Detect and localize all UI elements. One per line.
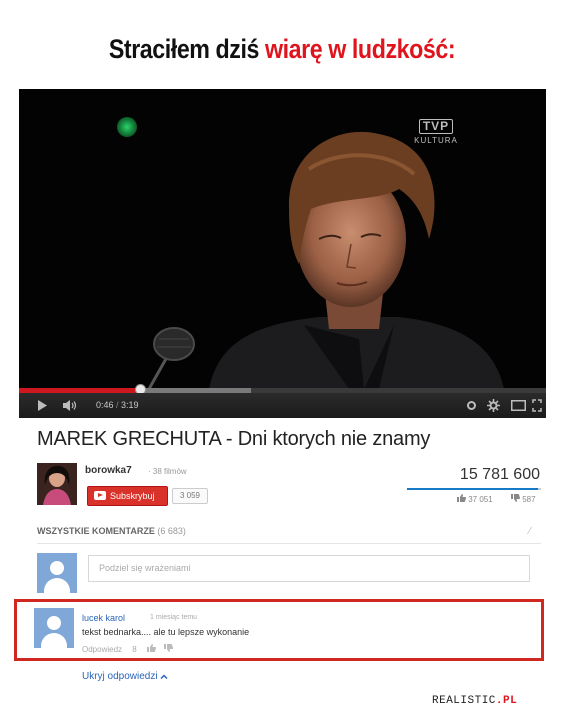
time-display: 0:46 / 3:19 <box>96 400 139 410</box>
chevron-up-icon <box>160 674 168 680</box>
comment-time[interactable]: 1 miesiąc temu <box>150 614 197 621</box>
watermark-part2: .PL <box>495 695 518 707</box>
time-total: 3:19 <box>121 400 139 410</box>
gear-icon[interactable] <box>487 399 500 412</box>
comment-author-avatar[interactable] <box>34 608 74 648</box>
tvp-logo-main: TVP <box>418 119 454 134</box>
meme-title-part1: Straciłem dziś <box>108 34 266 64</box>
comments-header: WSZYSTKIE KOMENTARZE (6 683) <box>37 526 186 536</box>
thumbs-down-icon <box>511 494 520 502</box>
dislike-count: 587 <box>522 495 536 504</box>
view-count: 15 781 600 <box>459 466 540 483</box>
tvp-kultura-logo: TVP KULTURA <box>408 117 464 145</box>
dislike-button[interactable]: 587 <box>511 494 536 504</box>
hide-replies-label: Ukryj odpowiedzi <box>82 671 158 682</box>
play-icon[interactable] <box>37 400 48 411</box>
comment-text: tekst bednarka.... ale tu lepsze wykonan… <box>82 627 250 637</box>
watermark: REALISTIC.PL <box>432 695 517 707</box>
hide-replies-link[interactable]: Ukryj odpowiedzi <box>82 671 168 682</box>
stage-light <box>117 117 137 137</box>
comments-menu-icon[interactable]: ⁄ <box>529 526 531 537</box>
like-button[interactable]: 37 051 <box>457 494 493 504</box>
youtube-icon <box>94 491 106 500</box>
fullscreen-icon[interactable] <box>532 399 542 412</box>
reply-button[interactable]: Odpowiedz <box>82 645 122 654</box>
comment-thumbs-up-icon[interactable] <box>146 644 156 652</box>
subscribe-button[interactable]: Subskrybuj <box>87 486 168 506</box>
channel-avatar[interactable] <box>37 463 77 505</box>
comments-count: (6 683) <box>157 526 186 536</box>
video-frame[interactable] <box>19 89 546 389</box>
like-ratio-bar <box>407 488 541 490</box>
meme-title-part2: wiarę w ludzkość: <box>265 34 456 64</box>
settings-icon[interactable] <box>467 401 476 410</box>
player-controls: 0:46 / 3:19 <box>19 393 546 418</box>
like-count: 37 051 <box>468 495 493 504</box>
meme-title: Straciłem dziś wiarę w ludzkość: <box>39 34 524 65</box>
theater-icon[interactable] <box>511 400 526 411</box>
channel-video-count: · 38 filmów <box>148 467 187 476</box>
microphone <box>153 327 195 361</box>
channel-name[interactable]: borowka7 <box>85 465 132 476</box>
video-title: MAREK GRECHUTA - Dni ktorych nie znamy <box>37 428 431 450</box>
tvp-logo-sub: KULTURA <box>414 136 458 145</box>
subscriber-count: 3 059 <box>172 488 208 504</box>
comment-author[interactable]: lucek karol <box>82 613 125 623</box>
current-user-avatar <box>37 553 77 593</box>
like-ratio-fill <box>407 488 539 490</box>
volume-icon[interactable] <box>63 400 79 411</box>
comment-like-count: 8 <box>132 645 137 654</box>
comments-divider <box>37 543 541 544</box>
watermark-part1: REALISTIC <box>432 695 496 707</box>
thumbs-up-icon <box>457 494 466 502</box>
subscribe-label: Subskrybuj <box>110 491 155 501</box>
time-current: 0:46 <box>96 400 114 410</box>
comment-thumbs-down-icon[interactable] <box>164 644 174 652</box>
video-player[interactable]: TVP KULTURA 0:46 / 3:19 <box>19 89 546 418</box>
comment-actions: Odpowiedz 8 <box>82 644 174 654</box>
comment-input[interactable]: Podziel się wrażeniami <box>88 555 530 582</box>
comments-header-label: WSZYSTKIE KOMENTARZE <box>37 526 155 536</box>
